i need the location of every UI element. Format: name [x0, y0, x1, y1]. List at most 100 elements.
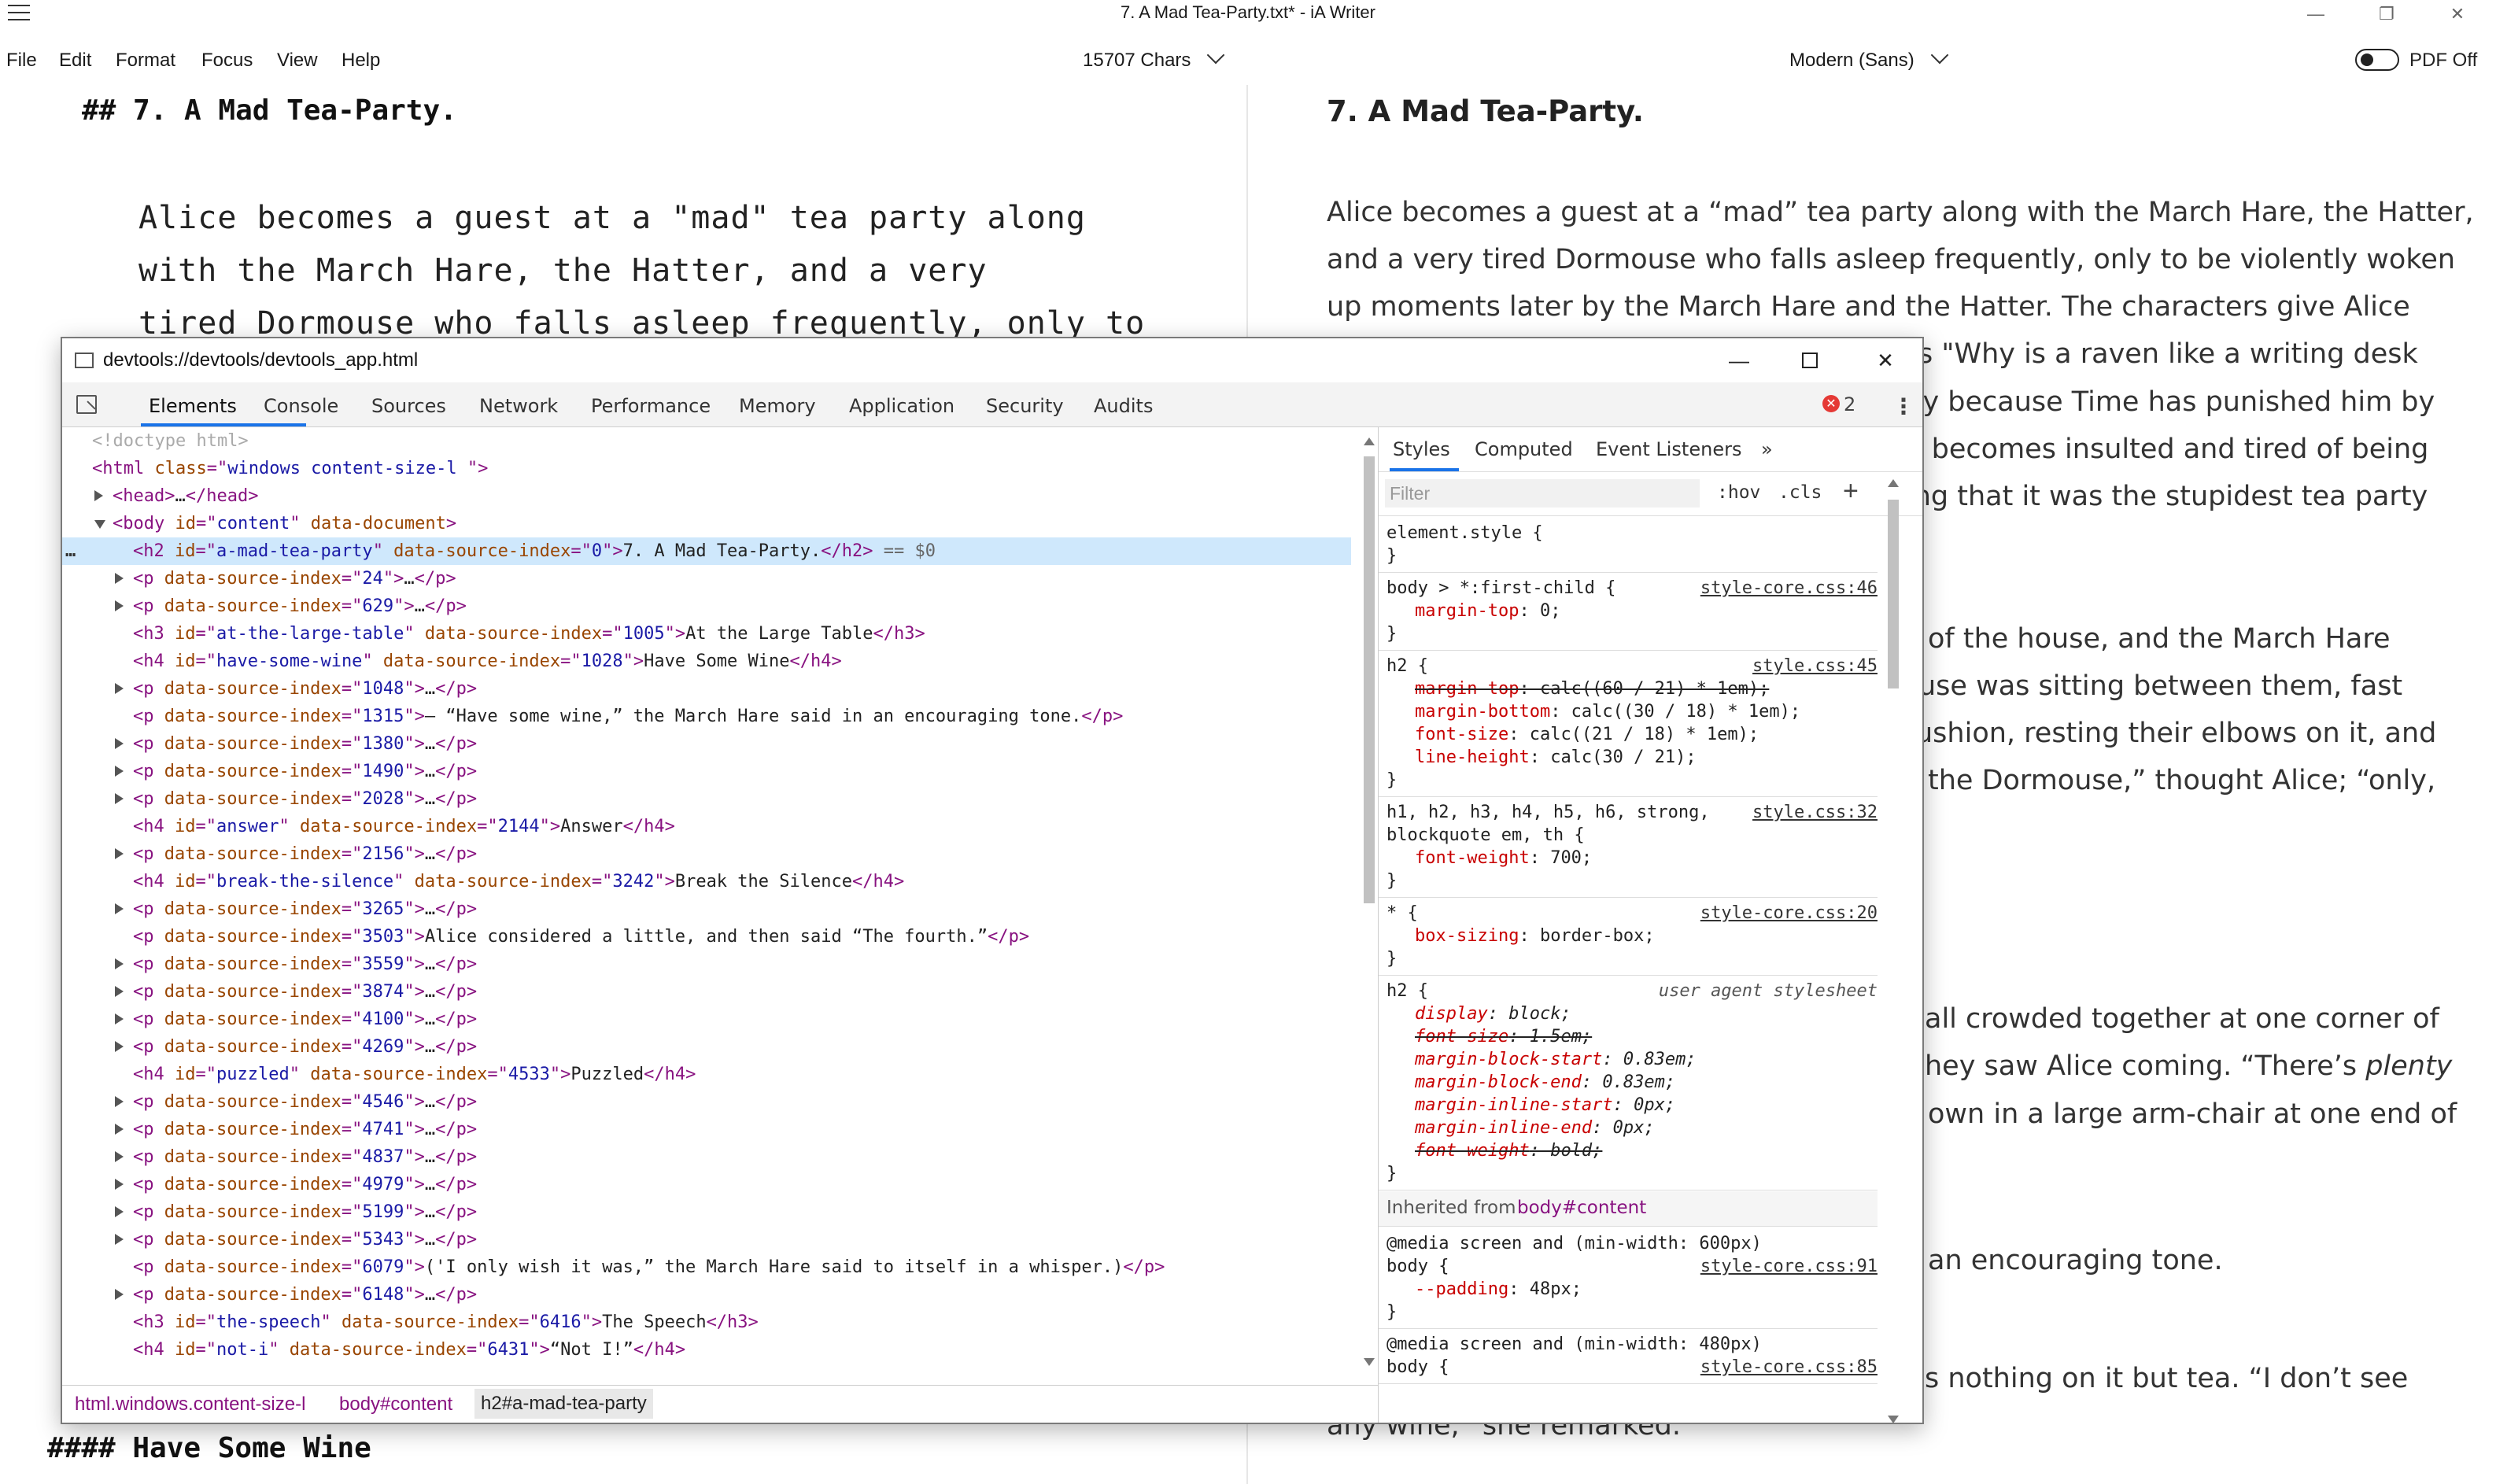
expand-arrow-icon[interactable] [115, 1041, 124, 1052]
expand-arrow-icon[interactable] [115, 600, 124, 611]
dom-node[interactable]: <body id="content" data-document> [62, 510, 1351, 537]
dom-node[interactable]: <p data-source-index="24">…</p> [62, 565, 1351, 592]
dom-node[interactable]: <p data-source-index="629">…</p> [62, 592, 1351, 620]
expand-arrow-icon[interactable] [115, 683, 124, 694]
expand-arrow-icon[interactable] [115, 738, 124, 749]
dom-node[interactable]: <p data-source-index="6079">('I only wis… [62, 1253, 1351, 1281]
menu-file[interactable]: File [6, 50, 37, 72]
dom-node[interactable]: <p data-source-index="4546">…</p> [62, 1088, 1351, 1116]
minimize-button[interactable]: — [2280, 0, 2351, 28]
expand-arrow-icon[interactable] [115, 903, 124, 914]
expand-arrow-icon[interactable] [115, 848, 124, 859]
dom-node[interactable]: <h4 id="have-some-wine" data-source-inde… [62, 648, 1351, 675]
tab-styles[interactable]: Styles [1393, 438, 1450, 460]
dom-node[interactable]: <p data-source-index="2156">…</p> [62, 840, 1351, 868]
tab-computed[interactable]: Computed [1475, 438, 1573, 460]
tab-performance[interactable]: Performance [591, 395, 711, 417]
more-tabs-icon[interactable]: » [1761, 438, 1773, 460]
expand-arrow-icon[interactable] [115, 1234, 124, 1245]
dom-node[interactable]: <p data-source-index="4741">…</p> [62, 1116, 1351, 1143]
dom-tree[interactable]: <!doctype html> <html class="windows cont… [62, 427, 1353, 1379]
dom-node[interactable]: <p data-source-index="4979">…</p> [62, 1171, 1351, 1198]
dom-node[interactable]: <h3 id="at-the-large-table" data-source-… [62, 620, 1351, 648]
expand-arrow-icon[interactable] [115, 1124, 124, 1135]
dom-node[interactable]: <p data-source-index="1490">…</p> [62, 758, 1351, 785]
expand-arrow-icon[interactable] [115, 766, 124, 777]
expand-arrow-icon[interactable] [115, 1013, 124, 1024]
inspect-element-icon[interactable] [76, 395, 97, 414]
styles-filter-input[interactable]: Filter [1385, 479, 1700, 508]
tab-elements[interactable]: Elements [149, 395, 237, 417]
close-button[interactable]: ✕ [2422, 0, 2493, 28]
menu-edit[interactable]: Edit [59, 50, 91, 72]
dom-node[interactable]: <p data-source-index="3503">Alice consid… [62, 923, 1351, 951]
dom-node[interactable]: <p data-source-index="4837">…</p> [62, 1143, 1351, 1171]
media-rule[interactable]: @media screen and (min-width: 480px) body… [1379, 1330, 1878, 1384]
rule-source-link[interactable]: style.css:45 [1752, 655, 1878, 677]
expand-arrow-icon[interactable] [115, 986, 124, 997]
dom-node[interactable]: <p data-source-index="4100">…</p> [62, 1006, 1351, 1033]
error-icon[interactable]: ✕ [1822, 395, 1840, 412]
dom-node[interactable]: <h4 id="puzzled" data-source-index="4533… [62, 1061, 1351, 1088]
dom-node[interactable]: <h3 id="the-speech" data-source-index="6… [62, 1309, 1351, 1336]
expand-arrow-icon[interactable] [115, 1206, 124, 1217]
style-rule[interactable]: element.style {} [1379, 519, 1878, 573]
style-rule[interactable]: h2 {display: block; font-size: 1.5em; marg… [1379, 976, 1878, 1191]
scroll-down-icon[interactable] [1888, 1416, 1899, 1423]
tab-application[interactable]: Application [849, 395, 954, 417]
new-rule-icon[interactable]: + [1843, 476, 1859, 507]
dom-node[interactable]: <p data-source-index="3559">…</p> [62, 951, 1351, 978]
dom-node[interactable]: <p data-source-index="1048">…</p> [62, 675, 1351, 703]
dom-node[interactable]: <head>…</head> [62, 482, 1351, 510]
dom-node[interactable]: <p data-source-index="1380">…</p> [62, 730, 1351, 758]
dom-node[interactable]: <h4 id="answer" data-source-index="2144"… [62, 813, 1351, 840]
scroll-down-icon[interactable] [1364, 1358, 1375, 1366]
rule-source-link[interactable]: style-core.css:46 [1700, 577, 1878, 600]
expand-arrow-icon[interactable] [115, 1151, 124, 1162]
rule-source-link[interactable]: style-core.css:85 [1700, 1356, 1878, 1379]
tab-console[interactable]: Console [264, 395, 338, 417]
restore-button[interactable]: ❐ [2351, 0, 2422, 28]
dom-node[interactable]: <p data-source-index="5343">…</p> [62, 1226, 1351, 1253]
scroll-thumb[interactable] [1888, 500, 1899, 688]
cls-toggle[interactable]: .cls [1778, 482, 1822, 503]
dom-node[interactable]: <h4 id="break-the-silence" data-source-i… [62, 868, 1351, 895]
devtools-close-button[interactable]: ✕ [1850, 338, 1921, 382]
devtools-minimize-button[interactable]: — [1704, 338, 1774, 382]
more-options-icon[interactable]: ⋮ [1892, 393, 1914, 419]
devtools-maximize-button[interactable] [1774, 338, 1845, 382]
expand-arrow-icon[interactable] [115, 573, 124, 584]
menu-help[interactable]: Help [342, 50, 380, 72]
scroll-thumb[interactable] [1364, 456, 1375, 903]
tab-network[interactable]: Network [479, 395, 558, 417]
style-rule[interactable]: body > *:first-child {margin-top: 0;} sty… [1379, 574, 1878, 651]
tab-event-listeners[interactable]: Event Listeners [1596, 438, 1741, 460]
styles-scrollbar[interactable] [1885, 474, 1901, 1423]
expand-arrow-icon[interactable] [94, 490, 103, 501]
dom-node[interactable]: … <h2 id="a-mad-tea-party" data-source-in… [62, 537, 1351, 565]
dom-node[interactable]: <p data-source-index="5199">…</p> [62, 1198, 1351, 1226]
dom-node[interactable]: <p data-source-index="6148">…</p> [62, 1281, 1351, 1309]
tab-security[interactable]: Security [986, 395, 1064, 417]
dom-node[interactable]: <p data-source-index="3265">…</p> [62, 895, 1351, 923]
tab-memory[interactable]: Memory [739, 395, 816, 417]
breadcrumb-h2[interactable]: h2#a-mad-tea-party [474, 1389, 653, 1419]
dom-node[interactable]: <h4 id="not-i" data-source-index="6431">… [62, 1336, 1351, 1364]
error-count[interactable]: 2 [1844, 393, 1855, 415]
more-actions-icon[interactable]: … [65, 537, 76, 565]
dom-node[interactable]: <!doctype html> [62, 427, 1351, 455]
rule-source-link[interactable]: style-core.css:91 [1700, 1255, 1878, 1278]
rule-source-link[interactable]: style.css:32 [1752, 801, 1878, 824]
hov-toggle[interactable]: :hov [1717, 482, 1760, 503]
style-rule[interactable]: * {box-sizing: border-box;} style-core.cs… [1379, 899, 1878, 976]
char-count-dropdown[interactable]: 15707 Chars [1083, 46, 1225, 72]
expand-arrow-icon[interactable] [115, 1289, 124, 1300]
dom-node[interactable]: <html class="windows content-size-l "> [62, 455, 1351, 482]
menu-view[interactable]: View [277, 50, 318, 72]
dom-node[interactable]: <p data-source-index="2028">…</p> [62, 785, 1351, 813]
breadcrumb-body[interactable]: body#content [339, 1394, 452, 1416]
dom-node[interactable]: <p data-source-index="3874">…</p> [62, 978, 1351, 1006]
menu-format[interactable]: Format [116, 50, 175, 72]
rule-source-link[interactable]: style-core.css:20 [1700, 902, 1878, 925]
dom-node[interactable]: <p data-source-index="4269">…</p> [62, 1033, 1351, 1061]
